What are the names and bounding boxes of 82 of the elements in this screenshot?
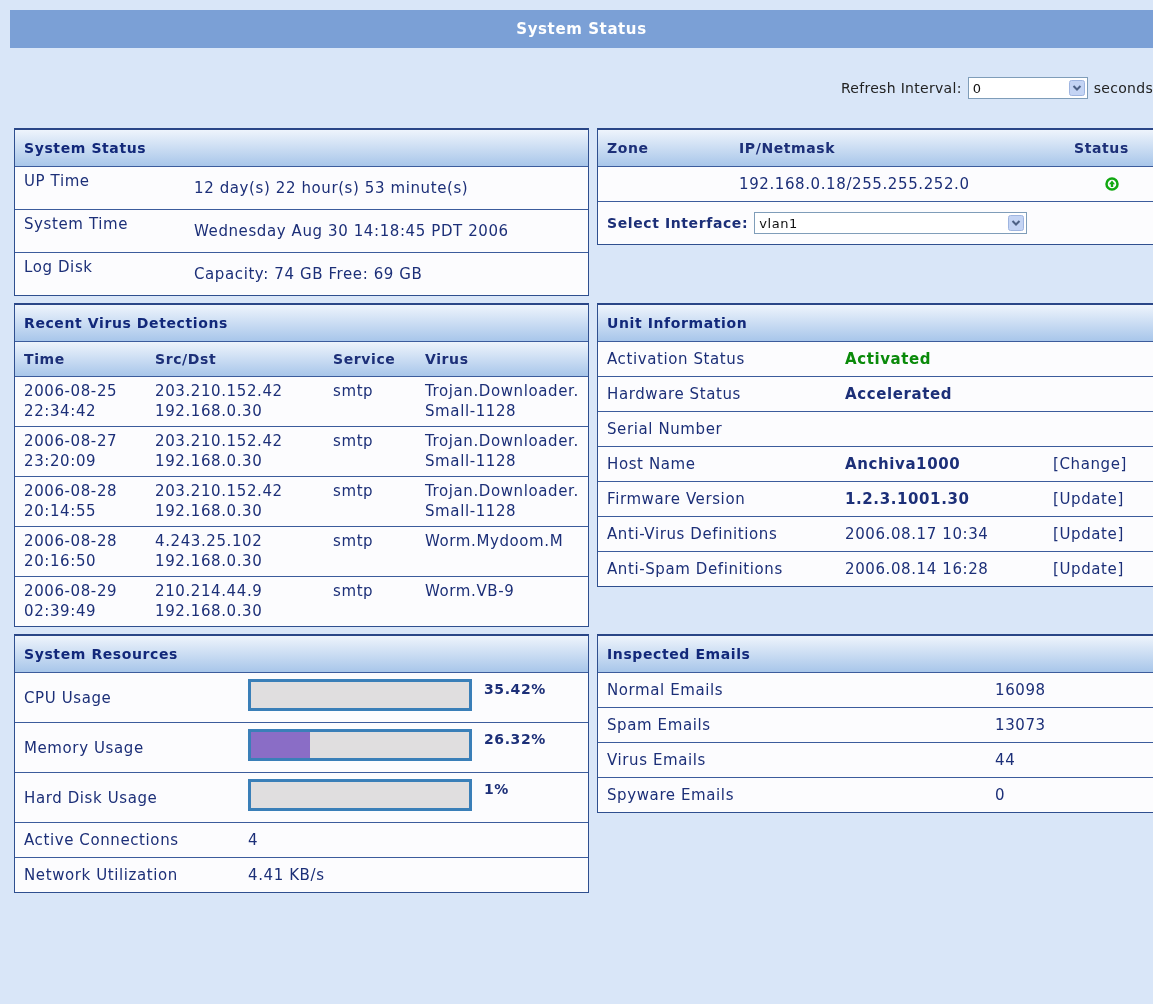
table-cell-text: 4.243.25.102 192.168.0.30 xyxy=(155,531,264,571)
row-value: 4 xyxy=(248,831,259,849)
row-label: Activation Status xyxy=(607,350,746,368)
table-cell-text: smtp xyxy=(333,481,375,502)
panel-header: Recent Virus Detections xyxy=(15,305,588,341)
row-value: 13073 xyxy=(995,716,1046,734)
row-value: Accelerated xyxy=(845,385,953,403)
row-label: UP Time xyxy=(24,171,91,191)
table-cell-text: smtp xyxy=(333,531,375,552)
row-label: CPU Usage xyxy=(24,688,113,707)
action-link[interactable]: [Update] xyxy=(1053,525,1124,543)
panel-header: System Resources xyxy=(15,636,588,672)
page-title: System Status xyxy=(10,10,1153,48)
dropdown-caret-icon xyxy=(1008,215,1025,231)
row-value: 16098 xyxy=(995,681,1046,699)
action-link[interactable]: [Change] xyxy=(1053,455,1127,473)
ip-netmask-cell-text: 192.168.0.18/255.255.252.0 xyxy=(739,175,971,193)
row-value: 4.41 KB/s xyxy=(248,866,325,884)
row-value: Activated xyxy=(845,350,932,368)
row-label: Hard Disk Usage xyxy=(24,788,159,807)
row-label: Memory Usage xyxy=(24,738,145,757)
row-label: Normal Emails xyxy=(607,681,725,699)
table-cell-text: Worm.VB-9 xyxy=(425,581,516,602)
row-label: Spam Emails xyxy=(607,716,712,734)
row-label: Virus Emails xyxy=(607,751,707,769)
refresh-interval-dropdown[interactable]: 0 xyxy=(967,77,1088,99)
table-cell-text: smtp xyxy=(333,581,375,602)
unit-label: seconds xyxy=(1093,80,1153,96)
table-cell-text: smtp xyxy=(333,431,375,452)
panel-header: Unit Information xyxy=(598,305,1153,341)
table-cell-text: Worm.Mydoom.M xyxy=(425,531,565,552)
column-header: Virus xyxy=(425,351,470,367)
row-label: Firmware Version xyxy=(607,490,747,508)
table-cell-text: 2006-08-29 02:39:49 xyxy=(24,581,119,621)
table-cell-text: 2006-08-25 22:34:42 xyxy=(24,381,119,421)
row-value: 2006.08.14 16:28 xyxy=(845,560,989,578)
column-header: Zone xyxy=(607,140,650,156)
row-label: Active Connections xyxy=(24,831,180,849)
refresh-label: Refresh Interval: xyxy=(840,80,962,96)
row-value: 44 xyxy=(995,751,1016,769)
row-label: Serial Number xyxy=(607,420,724,438)
usage-reading: 35.42% xyxy=(484,681,546,697)
row-value: 0 xyxy=(995,786,1006,804)
table-cell-text: 203.210.152.42 192.168.0.30 xyxy=(155,381,284,421)
row-value: Wednesday Aug 30 14:18:45 PDT 2006 xyxy=(194,221,510,241)
row-value: Capacity: 74 GB Free: 69 GB xyxy=(194,264,424,284)
row-value: 12 day(s) 22 hour(s) 53 minute(s) xyxy=(194,178,470,198)
panel-header: Inspected Emails xyxy=(598,636,1153,672)
row-label: Network Utilization xyxy=(24,866,179,884)
dropdown-caret-icon xyxy=(1068,80,1085,96)
table-cell-text: smtp xyxy=(333,381,375,402)
table-cell-text: 2006-08-28 20:16:50 xyxy=(24,531,119,571)
usage-reading: 26.32% xyxy=(484,731,546,747)
row-value: Anchiva1000 xyxy=(845,455,961,473)
row-label: Host Name xyxy=(607,455,697,473)
row-label: Anti-Virus Definitions xyxy=(607,525,779,543)
row-label: Spyware Emails xyxy=(607,786,736,804)
usage-reading: 1% xyxy=(484,781,509,797)
table-cell: Trojan.Downloader.Small-1128 xyxy=(425,481,579,521)
table-cell-text: 203.210.152.42 192.168.0.30 xyxy=(155,431,284,471)
table-cell: Trojan.Downloader.Small-1128 xyxy=(425,431,579,471)
action-link[interactable]: [Update] xyxy=(1053,560,1124,578)
row-label: System Time xyxy=(24,214,129,234)
row-label: Log Disk xyxy=(24,257,94,277)
row-value: 1.2.3.1001.30 xyxy=(845,490,970,508)
table-cell: Trojan.Downloader.Small-1128 xyxy=(425,381,579,421)
table-cell-text: 203.210.152.42 192.168.0.30 xyxy=(155,481,284,521)
action-link[interactable]: [Update] xyxy=(1053,490,1124,508)
column-header: Time xyxy=(24,351,66,367)
table-cell-text: 210.214.44.9 192.168.0.30 xyxy=(155,581,264,621)
column-header: Status xyxy=(1074,140,1129,156)
table-cell-text: 2006-08-28 20:14:55 xyxy=(24,481,119,521)
interface-dropdown[interactable]: vlan1 xyxy=(754,212,1028,234)
row-value: 2006.08.17 10:34 xyxy=(845,525,989,543)
row-label: Anti-Spam Definitions xyxy=(607,560,784,578)
row-label: Hardware Status xyxy=(607,385,742,403)
column-header: Src/Dst xyxy=(155,351,218,367)
select-interface-label: Select Interface: xyxy=(607,215,749,231)
column-header: IP/Netmask xyxy=(739,140,837,156)
column-header: Service xyxy=(333,351,397,367)
table-cell-text: 2006-08-27 23:20:09 xyxy=(24,431,119,471)
panel-header: System Status xyxy=(15,130,588,166)
